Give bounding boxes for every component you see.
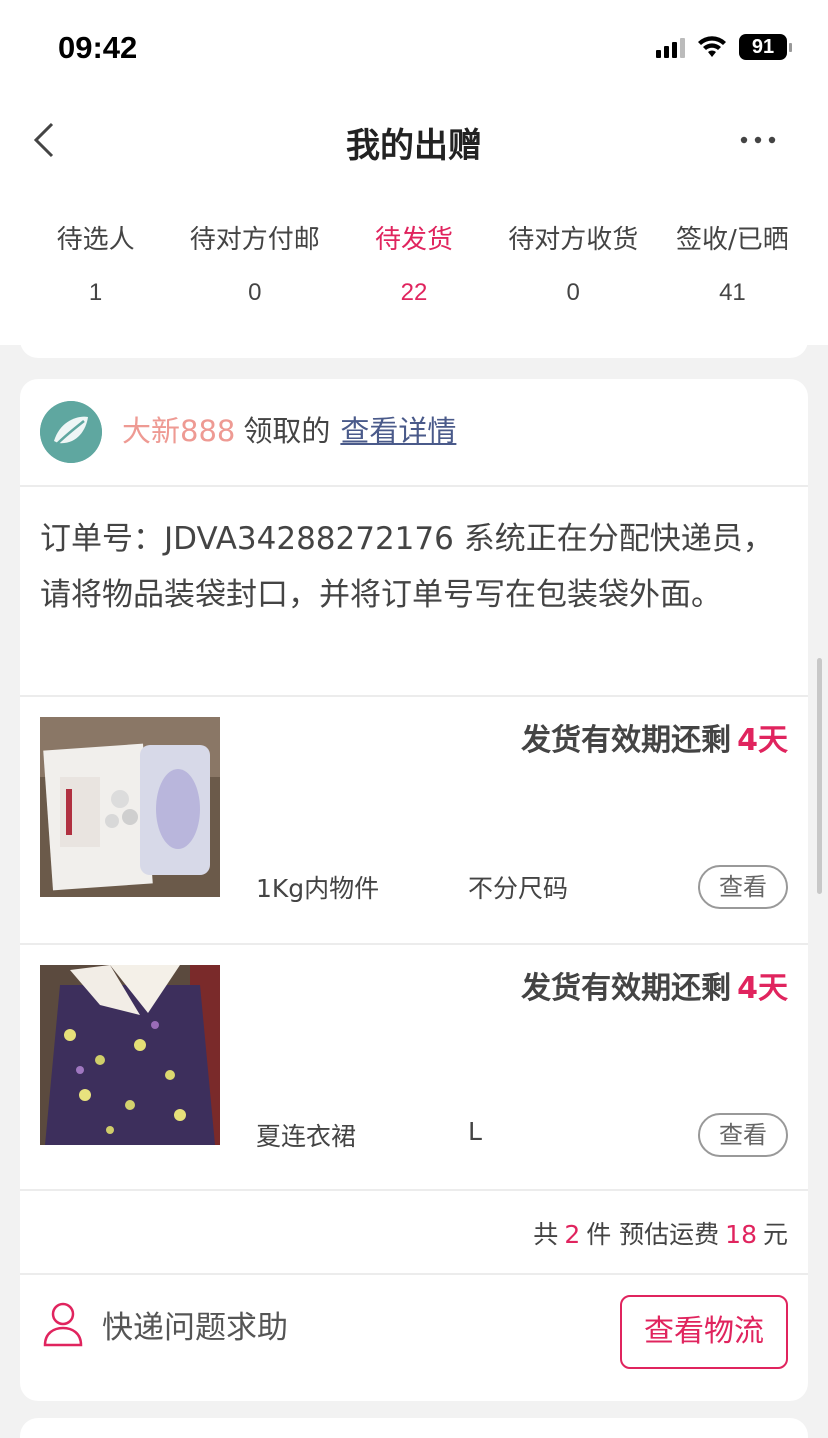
view-item-button[interactable]: 查看	[698, 1113, 788, 1157]
deadline-days: 4天	[737, 723, 788, 758]
item-name: 夏连衣裙	[256, 1122, 357, 1151]
courier-help[interactable]: 快递问题求助	[42, 1301, 288, 1347]
user-icon	[43, 1302, 83, 1347]
deadline-label: 发货有效期还剩	[521, 971, 732, 1006]
item-size: 不分尺码	[468, 874, 569, 903]
tab-label: 待对方付邮	[189, 225, 320, 255]
tab-count: 0	[248, 279, 262, 306]
tab-label: 签收/已晒	[676, 225, 789, 255]
status-time: 09:42	[58, 30, 138, 65]
card-header: 大新888 领取的 查看详情	[20, 379, 808, 487]
order-notice: 订单号：JDVA34288272176 系统正在分配快递员，请将物品装袋封口，并…	[40, 521, 774, 613]
header-area: 09:42 91 我的出赠 待选人 1 待对方付邮 0 待发货 22 待对方收货…	[0, 0, 828, 345]
item-count: 2	[564, 1220, 581, 1249]
divider	[20, 1189, 808, 1191]
summary-unit: 件 预估运费	[586, 1220, 720, 1249]
view-details-link[interactable]: 查看详情	[340, 414, 456, 448]
tab-count: 1	[88, 279, 103, 306]
order-summary: 共2件 预估运费 18 元	[533, 1215, 788, 1251]
ship-deadline: 发货有效期还剩 4天	[521, 715, 788, 759]
more-icon[interactable]	[738, 126, 778, 154]
order-card: 大新888 领取的 查看详情 订单号：JDVA34288272176 系统正在分配快…	[20, 379, 808, 1401]
shipping-fee: 18	[725, 1220, 757, 1249]
view-item-button[interactable]: 查看	[698, 865, 788, 909]
claimer-name[interactable]: 大新888	[122, 414, 235, 448]
item-name: 1Kg内物件	[256, 874, 380, 903]
claim-text: 领取的	[243, 414, 331, 448]
list-item: 发货有效期还剩 4天 夏连衣裙 L 查看	[20, 945, 808, 1191]
tab-count: 41	[719, 279, 746, 306]
deadline-label: 发货有效期还剩	[521, 723, 732, 758]
list-item: 发货有效期还剩 4天 1Kg内物件 不分尺码 查看	[20, 697, 808, 943]
divider	[20, 1273, 808, 1275]
item-photo[interactable]	[40, 717, 220, 897]
tab-label: 待对方收货	[508, 225, 639, 255]
deadline-days: 4天	[737, 971, 788, 1006]
tab-label: 待选人	[56, 225, 135, 255]
currency: 元	[762, 1220, 788, 1249]
battery-cap	[789, 42, 792, 52]
battery-icon: 91	[739, 34, 787, 60]
summary-prefix: 共	[533, 1220, 559, 1249]
avatar[interactable]	[40, 401, 102, 463]
status-icons: 91	[656, 34, 792, 60]
item-photo[interactable]	[40, 965, 220, 1145]
claim-line: 大新888 领取的 查看详情	[122, 409, 456, 453]
ship-deadline: 发货有效期还剩 4天	[521, 963, 788, 1007]
scrollbar[interactable]	[817, 658, 822, 894]
previous-card-edge	[20, 320, 808, 358]
cellular-signal-icon	[656, 36, 685, 58]
tab-count: 0	[566, 279, 580, 306]
tab-count: 22	[400, 279, 428, 306]
tab-label: 待发货	[375, 225, 454, 255]
view-logistics-button[interactable]: 查看物流	[620, 1295, 788, 1369]
wifi-icon	[698, 36, 726, 57]
page-title: 我的出赠	[346, 126, 482, 166]
item-size: L	[468, 1117, 482, 1146]
next-card-edge	[20, 1418, 808, 1438]
help-label: 快递问题求助	[102, 1309, 288, 1346]
